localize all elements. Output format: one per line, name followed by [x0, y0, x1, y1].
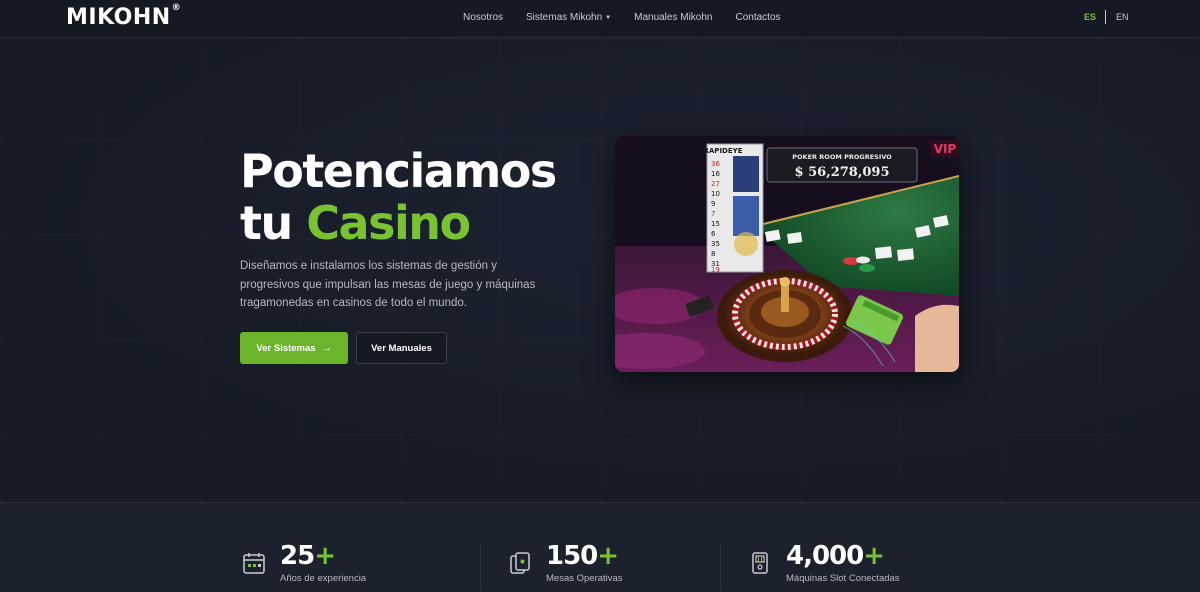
ver-sistemas-button[interactable]: Ver Sistemas →	[240, 332, 348, 364]
board-number: 36	[711, 160, 720, 168]
main-nav: Nosotros Sistemas Mikohn ▼ Manuales Mikoh…	[463, 12, 804, 23]
stats-bar: 25+ Años de experiencia 150+ Mesas Opera…	[0, 502, 1200, 592]
ver-manuales-button[interactable]: Ver Manuales	[356, 332, 447, 364]
stats-divider	[480, 543, 481, 591]
nav-manuales-mikohn[interactable]: Manuales Mikohn	[634, 12, 712, 23]
board-number: 16	[711, 170, 720, 178]
board-number: 27	[711, 180, 720, 188]
svg-text:VIP: VIP	[934, 142, 957, 156]
board-number: 8	[711, 250, 715, 258]
stat-slots-label: Máquinas Slot Conectadas	[786, 573, 900, 584]
hero-title-line1: Potenciamos	[240, 144, 557, 198]
rapideye-sign: RAPIDEYE	[704, 147, 743, 155]
mikohn-logo[interactable]: MIKOHN®	[66, 3, 181, 30]
board-number: 19	[711, 266, 720, 274]
hero-title: Potenciamos tu Casino	[240, 144, 557, 250]
casino-hero-image: POKER ROOM PROGRESIVO $ 56,278,095 RAPID…	[615, 136, 959, 372]
nav-sistemas-label: Sistemas Mikohn	[526, 12, 603, 23]
jackpot-title: POKER ROOM PROGRESIVO	[792, 153, 892, 161]
jackpot-amount: $ 56,278,095	[795, 165, 890, 180]
cards-icon	[510, 552, 530, 574]
nav-contactos[interactable]: Contactos	[735, 12, 780, 23]
hero-description: Diseñamos e instalamos los sistemas de g…	[240, 260, 536, 309]
caret-down-icon: ▼	[605, 15, 612, 21]
arrow-right-icon: →	[321, 342, 332, 354]
nav-sistemas-mikohn[interactable]: Sistemas Mikohn ▼	[526, 12, 611, 23]
stat-tables-label: Mesas Operativas	[546, 573, 623, 584]
lang-divider	[1105, 10, 1106, 24]
stat-slots-value: 4,000+	[786, 541, 885, 571]
hero-title-prefix: tu	[240, 196, 293, 250]
stats-divider	[720, 543, 721, 591]
board-number: 7	[711, 210, 715, 218]
slot-machine-icon	[752, 552, 768, 574]
hero-title-accent: Casino	[306, 196, 471, 250]
lang-es[interactable]: ES	[1084, 12, 1096, 22]
board-number: 10	[711, 190, 720, 198]
site-header: MIKOHN® Nosotros Sistemas Mikohn ▼ Manual…	[0, 0, 1200, 38]
board-number: 35	[711, 240, 720, 248]
hero-section: Potenciamos tu Casino Diseñamos e instal…	[0, 39, 1200, 502]
stat-years-value: 25+	[280, 541, 336, 571]
board-number: 15	[711, 220, 720, 228]
calendar-icon	[243, 553, 265, 574]
nav-nosotros[interactable]: Nosotros	[463, 12, 503, 23]
board-number: 6	[711, 230, 716, 238]
stat-tables-value: 150+	[546, 541, 619, 571]
board-number: 9	[711, 200, 715, 208]
stat-years-label: Años de experiencia	[280, 573, 367, 584]
ver-sistemas-label: Ver Sistemas	[256, 342, 316, 354]
lang-en[interactable]: EN	[1116, 12, 1129, 22]
